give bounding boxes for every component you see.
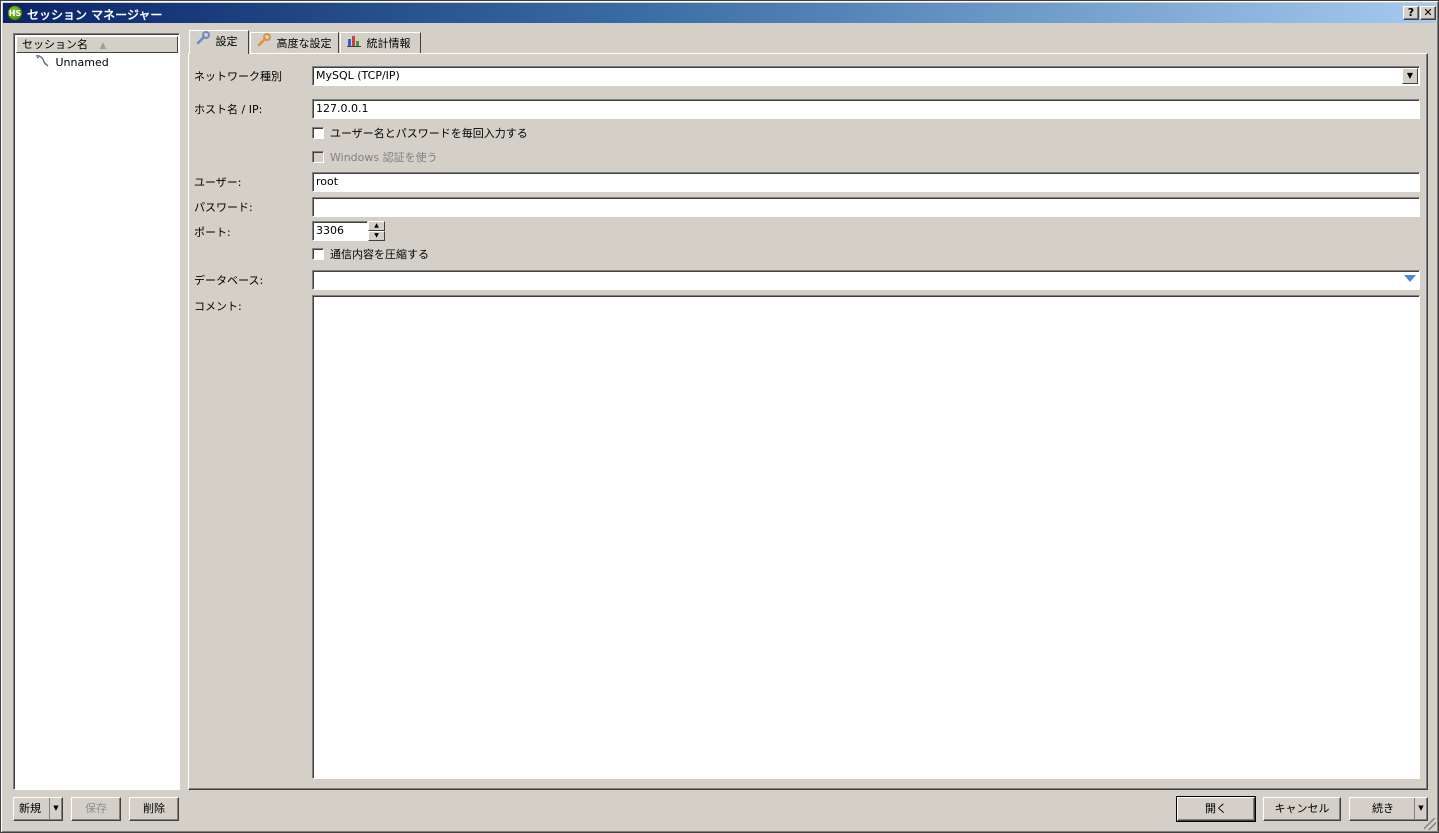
compress-checkbox-row[interactable]: 通信内容を圧縮する bbox=[312, 247, 429, 263]
prompt-login-checkbox-row[interactable]: ユーザー名とパスワードを毎回入力する bbox=[312, 126, 528, 142]
compress-checkbox[interactable] bbox=[312, 248, 324, 260]
tab-statistics[interactable]: 統計情報 bbox=[340, 32, 421, 53]
database-combo[interactable] bbox=[312, 270, 1420, 290]
database-label: データベース: bbox=[194, 274, 264, 287]
wrench-orange-icon bbox=[255, 33, 273, 53]
port-label: ポート: bbox=[194, 226, 231, 239]
windows-auth-label: Windows 認証を使う bbox=[330, 151, 438, 164]
help-button[interactable]: ? bbox=[1403, 6, 1419, 20]
session-item-unnamed[interactable]: Unnamed bbox=[34, 54, 109, 70]
tab-settings[interactable]: 設定 bbox=[189, 30, 249, 54]
tab-statistics-label: 統計情報 bbox=[366, 37, 411, 50]
session-item-label: Unnamed bbox=[55, 56, 109, 69]
session-manager-window: HS セッション マネージャー ? ✕ セッション名 ▲ Unnamed 設定 … bbox=[0, 0, 1439, 833]
spin-down-icon[interactable]: ▼ bbox=[368, 231, 385, 241]
comment-textarea[interactable] bbox=[312, 295, 1420, 779]
host-label: ホスト名 / IP: bbox=[194, 103, 263, 116]
database-icon bbox=[34, 54, 52, 72]
network-type-label: ネットワーク種別 bbox=[194, 70, 282, 83]
chevron-down-icon[interactable]: ▼ bbox=[49, 798, 62, 820]
cancel-button[interactable]: キャンセル bbox=[1263, 797, 1341, 821]
spin-up-icon[interactable]: ▲ bbox=[368, 221, 385, 231]
network-type-value: MySQL (TCP/IP) bbox=[316, 69, 400, 82]
tab-settings-label: 設定 bbox=[215, 35, 238, 48]
host-input[interactable]: 127.0.0.1 bbox=[312, 99, 1420, 119]
tab-advanced[interactable]: 高度な設定 bbox=[250, 32, 339, 53]
app-icon: HS bbox=[7, 5, 23, 21]
delete-button[interactable]: 削除 bbox=[129, 797, 179, 821]
prompt-login-label: ユーザー名とパスワードを毎回入力する bbox=[330, 127, 528, 140]
close-button[interactable]: ✕ bbox=[1420, 6, 1436, 20]
title-bar[interactable]: HS セッション マネージャー ? ✕ bbox=[3, 3, 1436, 23]
wrench-icon bbox=[194, 31, 212, 51]
dropdown-triangle-icon[interactable] bbox=[1404, 275, 1416, 282]
port-stepper[interactable]: ▲ ▼ bbox=[368, 221, 385, 241]
more-button[interactable]: 続き ▼ bbox=[1349, 797, 1428, 821]
windows-auth-checkbox-row[interactable]: Windows 認証を使う bbox=[312, 150, 438, 166]
user-label: ユーザー: bbox=[194, 176, 242, 189]
windows-auth-checkbox[interactable] bbox=[312, 151, 324, 163]
save-button[interactable]: 保存 bbox=[71, 797, 121, 821]
sort-ascending-icon: ▲ bbox=[99, 41, 107, 51]
new-button-label: 新規 bbox=[19, 802, 41, 815]
tab-advanced-label: 高度な設定 bbox=[276, 37, 332, 50]
session-name-column-label: セッション名 bbox=[22, 38, 88, 51]
bar-chart-icon bbox=[345, 33, 363, 53]
more-button-label: 続き bbox=[1372, 802, 1394, 815]
password-input[interactable] bbox=[312, 197, 1420, 217]
window-title: セッション マネージャー bbox=[27, 8, 163, 22]
chevron-down-icon[interactable]: ▼ bbox=[1414, 798, 1427, 820]
session-list-header[interactable]: セッション名 ▲ bbox=[16, 36, 178, 53]
comment-label: コメント: bbox=[194, 300, 242, 313]
prompt-login-checkbox[interactable] bbox=[312, 127, 324, 139]
compress-label: 通信内容を圧縮する bbox=[330, 248, 429, 261]
open-button[interactable]: 開く bbox=[1176, 796, 1256, 822]
port-input[interactable]: 3306 bbox=[312, 221, 368, 241]
session-list[interactable]: セッション名 ▲ Unnamed bbox=[13, 33, 180, 790]
new-button[interactable]: 新規 ▼ bbox=[13, 797, 63, 821]
chevron-down-icon[interactable]: ▼ bbox=[1402, 68, 1418, 84]
resize-grip-icon[interactable] bbox=[1424, 818, 1436, 830]
password-label: パスワード: bbox=[194, 201, 253, 214]
user-input[interactable]: root bbox=[312, 172, 1420, 192]
network-type-select[interactable]: MySQL (TCP/IP) ▼ bbox=[312, 66, 1420, 86]
